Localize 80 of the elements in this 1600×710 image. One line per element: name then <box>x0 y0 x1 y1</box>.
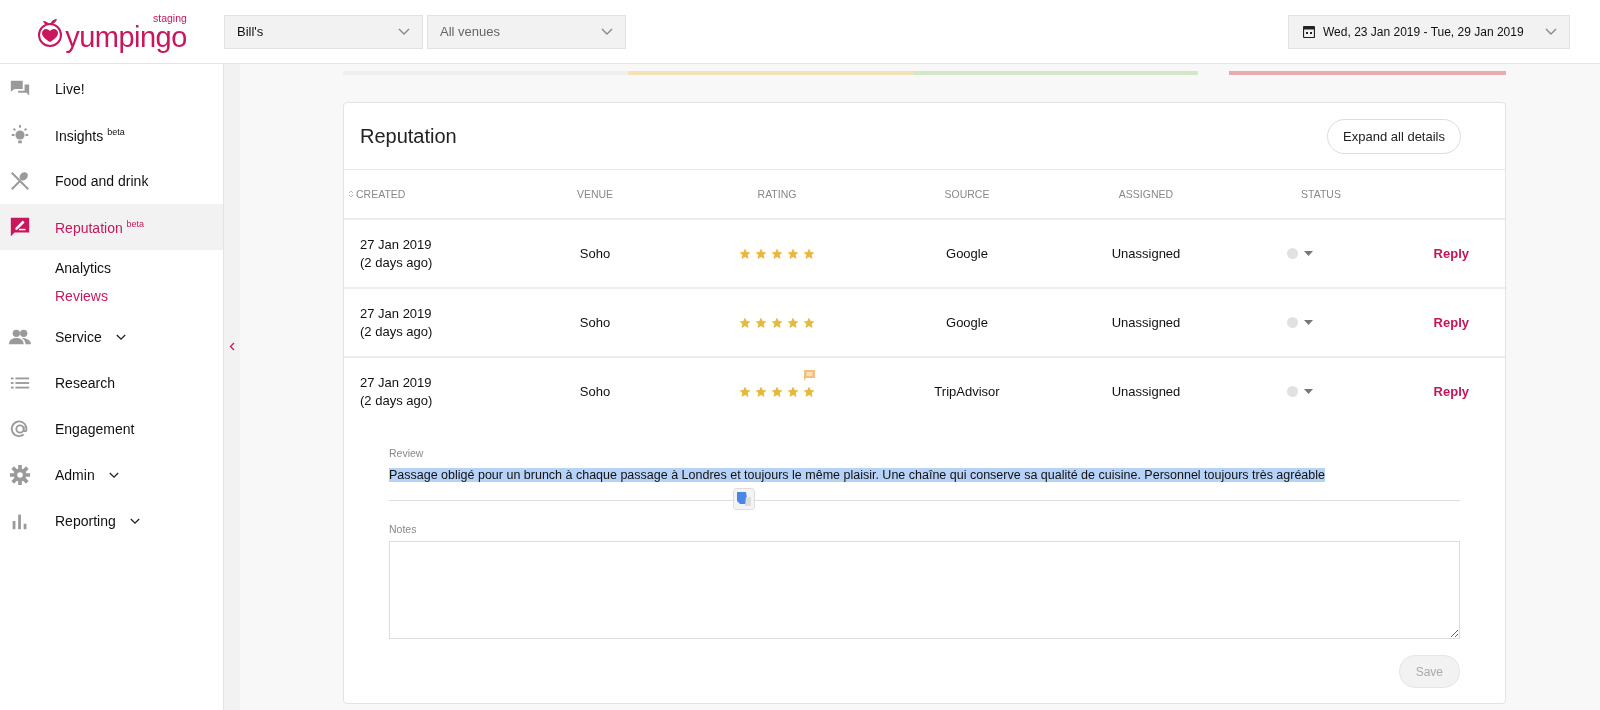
created-date: 27 Jan 2019 <box>360 373 433 392</box>
apple-heart-logo-icon <box>37 16 64 47</box>
edit-comment-icon <box>8 216 32 238</box>
source-cell: Google <box>946 246 988 261</box>
sidebar-item[interactable]: Admin <box>0 452 223 498</box>
star-icon <box>803 385 815 398</box>
review-text: Passage obligé pour un brunch à chaque passage à Londres et toujours le même plaisir. Une chaîne qui conserve sa qualité de cuisine. Personnel toujours très agréable <box>389 468 1325 482</box>
venue-dropdown[interactable]: Bill's <box>224 14 423 49</box>
column-header: ASSIGNED <box>1118 188 1174 200</box>
star-icon <box>787 385 799 398</box>
status-dot[interactable] <box>1287 248 1298 259</box>
star-icon <box>739 247 751 260</box>
reply-link[interactable]: Reply <box>1433 315 1469 330</box>
caret-icon[interactable] <box>1304 389 1313 394</box>
created-age: (2 days ago) <box>360 322 434 341</box>
sidebar-item[interactable]: Service <box>0 314 223 360</box>
review-label: Review <box>389 447 425 459</box>
sidebar-item[interactable]: Food and drink <box>0 158 223 204</box>
column-header[interactable]: CREATED <box>356 188 406 200</box>
star-icon <box>739 385 751 398</box>
caret-icon[interactable] <box>1304 320 1313 325</box>
venue-dropdown[interactable]: All venues <box>427 14 626 49</box>
settings-icon <box>8 464 32 486</box>
table-row[interactable]: 27 Jan 2019 (2 days ago) Soho Google Unassigned Reply <box>344 289 1505 358</box>
column-header: RATING <box>757 188 797 200</box>
table-row[interactable]: 27 Jan 2019 (2 days ago) Soho TripAdvisor Unassigned Reply <box>344 358 1505 425</box>
column-header: SOURCE <box>944 188 990 200</box>
calendar-icon <box>1303 25 1315 38</box>
venue-cell: Soho <box>579 384 611 399</box>
star-icon <box>771 385 783 398</box>
star-icon <box>771 247 783 260</box>
star-icon <box>755 247 767 260</box>
star-icon <box>787 316 799 329</box>
star-icon <box>771 316 783 329</box>
sidebar-subitem[interactable]: Reviews <box>0 282 223 310</box>
sidebar-item[interactable]: Reputation $^{beta}$ <box>0 204 223 250</box>
chevron-down-icon <box>398 27 410 36</box>
venue-cell: Soho <box>579 315 611 330</box>
status-dot[interactable] <box>1287 386 1298 397</box>
environment-label: staging <box>153 13 187 24</box>
chevron-down-icon <box>601 27 613 36</box>
sidebar-item[interactable]: Research <box>0 360 223 406</box>
reply-link[interactable]: Reply <box>1433 246 1469 261</box>
star-icon <box>803 247 815 260</box>
reply-link[interactable]: Reply <box>1433 384 1469 399</box>
sidebar-item[interactable]: Live! <box>0 66 223 112</box>
source-cell: TripAdvisor <box>934 384 1000 399</box>
created-date: 27 Jan 2019 <box>360 235 433 254</box>
star-icon <box>755 385 767 398</box>
sidebar-item[interactable]: Insights $^{beta}$ <box>0 112 223 158</box>
assigned-cell: Unassigned <box>1111 246 1181 261</box>
chevron-left-icon[interactable] <box>229 341 235 351</box>
sidebar-subitem[interactable]: Analytics <box>0 254 223 282</box>
column-header: VENUE <box>576 188 614 200</box>
chevron-down-icon <box>1545 27 1557 36</box>
notes-label: Notes <box>389 523 418 535</box>
sort-icon[interactable] <box>348 190 354 198</box>
star-icon <box>755 316 767 329</box>
assigned-cell: Unassigned <box>1111 384 1181 399</box>
card-title: Reputation <box>360 124 457 148</box>
column-header: STATUS <box>1301 188 1341 200</box>
created-age: (2 days ago) <box>360 391 434 410</box>
expand-all-button[interactable]: Expand all details <box>1327 118 1461 154</box>
sidebar-item[interactable]: Reporting <box>0 498 223 544</box>
fork-spoon-icon <box>8 170 32 192</box>
sidebar-item[interactable]: Engagement <box>0 406 223 452</box>
star-icon <box>803 316 815 329</box>
star-icon <box>739 316 751 329</box>
translate-icon[interactable] <box>733 488 755 510</box>
notes-field[interactable] <box>389 541 1460 639</box>
table-row[interactable]: 27 Jan 2019 (2 days ago) Soho Google Unassigned Reply <box>344 220 1505 289</box>
assigned-cell: Unassigned <box>1111 315 1181 330</box>
venue-cell: Soho <box>579 246 611 261</box>
source-cell: Google <box>946 315 988 330</box>
star-icon <box>787 247 799 260</box>
created-date: 27 Jan 2019 <box>360 304 433 323</box>
created-age: (2 days ago) <box>360 253 434 272</box>
date-range-picker[interactable]: Wed, 23 Jan 2019 - Tue, 29 Jan 2019 <box>1288 14 1570 49</box>
caret-icon[interactable] <box>1304 251 1313 256</box>
status-dot[interactable] <box>1287 317 1298 328</box>
